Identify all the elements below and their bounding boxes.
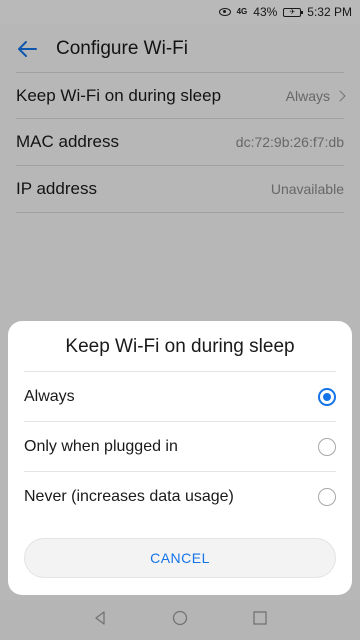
dialog-title: Keep Wi-Fi on during sleep [65,336,295,357]
option-only-when-plugged-in[interactable]: Only when plugged in [24,421,336,471]
option-label: Only when plugged in [24,437,178,455]
option-label: Always [24,387,75,405]
sleep-policy-dialog: Keep Wi-Fi on during sleep Always Only w… [8,321,352,595]
option-always[interactable]: Always [24,371,336,421]
radio-selected-icon[interactable] [318,387,336,406]
option-label: Never (increases data usage) [24,487,234,505]
radio-unselected-icon[interactable] [318,487,336,506]
radio-unselected-icon[interactable] [318,437,336,456]
option-never[interactable]: Never (increases data usage) [24,471,336,521]
options-list: Always Only when plugged in Never (incre… [24,371,336,521]
cancel-button[interactable]: CANCEL [24,538,336,578]
